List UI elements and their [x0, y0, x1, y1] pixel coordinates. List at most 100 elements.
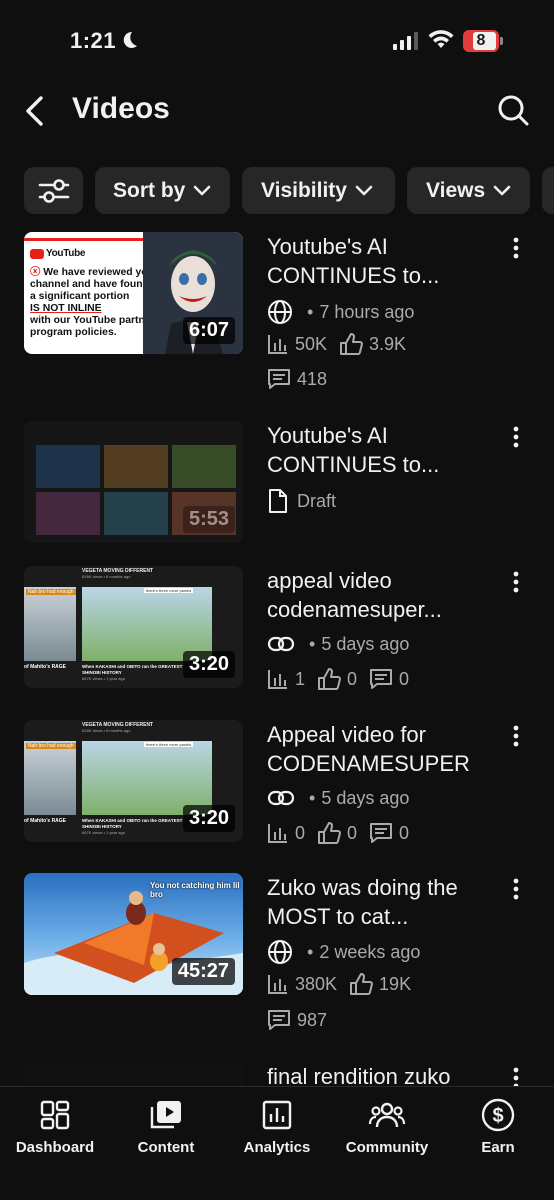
duration-badge: 5:53 [182, 506, 235, 533]
visibility-chip[interactable]: Visibility [242, 167, 395, 214]
filter-bar: Sort by Visibility Views [24, 167, 554, 215]
video-comments-row: 418 [267, 367, 339, 391]
video-title[interactable]: Zuko was doing the MOST to cat... [267, 873, 497, 931]
battery-indicator: 8 [463, 30, 503, 52]
status-bar: 1:21 8 [0, 0, 554, 80]
draft-file-icon [269, 489, 287, 513]
published-time: 5 days ago [321, 787, 410, 808]
search-icon[interactable] [495, 92, 531, 128]
video-thumbnail[interactable]: You not catching him lil bro 45:27 [24, 873, 243, 995]
sort-by-chip[interactable]: Sort by [95, 167, 230, 214]
nav-analytics-label: Analytics [243, 1139, 311, 1156]
video-stats-row: 50K 3.9K [267, 333, 418, 355]
sort-by-label: Sort by [113, 178, 186, 202]
signal-icon [393, 32, 418, 50]
link-icon [267, 636, 295, 652]
nav-dashboard-label: Dashboard [15, 1139, 95, 1156]
nav-community-label: Community [345, 1139, 429, 1156]
video-stats-row: 380K 19K [267, 973, 423, 995]
likes-count: 0 [347, 822, 358, 843]
video-thumbnail[interactable]: VEGETA MOVING DIFFERENT 816K views • 8 m… [24, 720, 243, 842]
nav-content-label: Content [137, 1139, 195, 1156]
video-thumbnail[interactable]: VEGETA MOVING DIFFERENT 816K views • 8 m… [24, 566, 243, 688]
more-vertical-icon[interactable] [508, 236, 524, 260]
views-bar-chart-icon [268, 670, 287, 689]
analytics-icon [262, 1100, 292, 1130]
nav-earn[interactable]: $ Earn [443, 1097, 553, 1156]
views-label: Views [426, 178, 486, 202]
duration-badge: 6:07 [182, 317, 235, 344]
thumbs-up-icon [318, 668, 342, 690]
duration-badge: 45:27 [171, 958, 235, 985]
back-arrow-icon[interactable] [22, 94, 50, 128]
thumbs-up-icon [340, 333, 364, 355]
views-count: 1 [295, 668, 306, 689]
globe-icon [268, 300, 292, 324]
nav-analytics[interactable]: Analytics [222, 1097, 332, 1156]
bottom-navigation: Dashboard Content Analytics Community $ … [0, 1086, 554, 1200]
comments-count: 418 [297, 368, 328, 389]
views-count: 0 [295, 822, 306, 843]
views-bar-chart-icon [268, 335, 287, 354]
video-title[interactable]: Youtube's AI CONTINUES to... [267, 421, 497, 479]
globe-icon [268, 940, 292, 964]
views-bar-chart-icon [268, 975, 287, 994]
comment-icon [370, 823, 393, 843]
status-time: 1:21 [70, 28, 117, 53]
svg-text:$: $ [492, 1105, 503, 1127]
thumbs-up-icon [350, 973, 374, 995]
chevron-down-icon [355, 185, 373, 195]
more-vertical-icon[interactable] [508, 570, 524, 594]
comments-count: 0 [399, 668, 410, 689]
video-visibility-row: • 2 weeks ago [267, 939, 420, 965]
video-title[interactable]: appeal video codenamesuper... [267, 566, 497, 624]
filter-settings-button[interactable] [24, 167, 83, 214]
app-header: Videos [0, 80, 554, 142]
content-play-icon [150, 1101, 181, 1129]
more-vertical-icon[interactable] [508, 877, 524, 901]
link-icon [267, 790, 295, 806]
sliders-icon [38, 178, 69, 203]
views-chip[interactable]: Views [407, 167, 530, 214]
wifi-icon [428, 30, 454, 48]
published-time: 2 weeks ago [319, 941, 421, 962]
comment-icon [268, 369, 290, 389]
video-thumbnail[interactable]: YouTube ⓧ We have reviewed your channel … [24, 232, 243, 354]
battery-level: 8 [476, 32, 486, 49]
comment-icon [268, 1010, 290, 1030]
more-vertical-icon[interactable] [508, 425, 524, 449]
video-comments-row: 987 [267, 1008, 339, 1032]
views-count: 380K [295, 973, 338, 994]
video-visibility-row: • 5 days ago [267, 787, 409, 809]
thumbs-up-icon [318, 822, 342, 844]
duration-badge: 3:20 [182, 805, 235, 832]
nav-content[interactable]: Content [111, 1097, 221, 1156]
more-vertical-icon[interactable] [508, 724, 524, 748]
video-stats-row: 1 0 0 [267, 667, 421, 691]
more-filters-chip[interactable] [542, 167, 554, 214]
comments-count: 987 [297, 1009, 328, 1030]
likes-count: 19K [379, 973, 412, 994]
nav-community[interactable]: Community [332, 1097, 442, 1156]
chevron-down-icon [194, 185, 211, 195]
views-bar-chart-icon [268, 824, 287, 843]
community-icon [368, 1102, 406, 1128]
dollar-icon: $ [481, 1098, 515, 1132]
dashboard-icon [40, 1100, 70, 1130]
video-visibility-row: • 5 days ago [267, 633, 409, 655]
moon-icon [123, 31, 137, 48]
video-visibility-row: • 7 hours ago [267, 299, 414, 325]
video-title[interactable]: Youtube's AI CONTINUES to... [267, 232, 497, 290]
youtube-logo: YouTube [30, 248, 86, 259]
video-status-row: Draft [267, 488, 336, 514]
video-thumbnail[interactable]: 5:53 [24, 421, 243, 543]
nav-earn-label: Earn [481, 1139, 515, 1156]
likes-count: 3.9K [369, 333, 407, 354]
comment-icon [370, 669, 393, 689]
video-title[interactable]: Appeal video for CODENAMESUPER [267, 720, 497, 778]
published-time: 7 hours ago [319, 301, 415, 322]
nav-dashboard[interactable]: Dashboard [0, 1097, 110, 1156]
draft-status: Draft [297, 490, 337, 511]
duration-badge: 3:20 [182, 651, 235, 678]
comments-count: 0 [399, 822, 410, 843]
